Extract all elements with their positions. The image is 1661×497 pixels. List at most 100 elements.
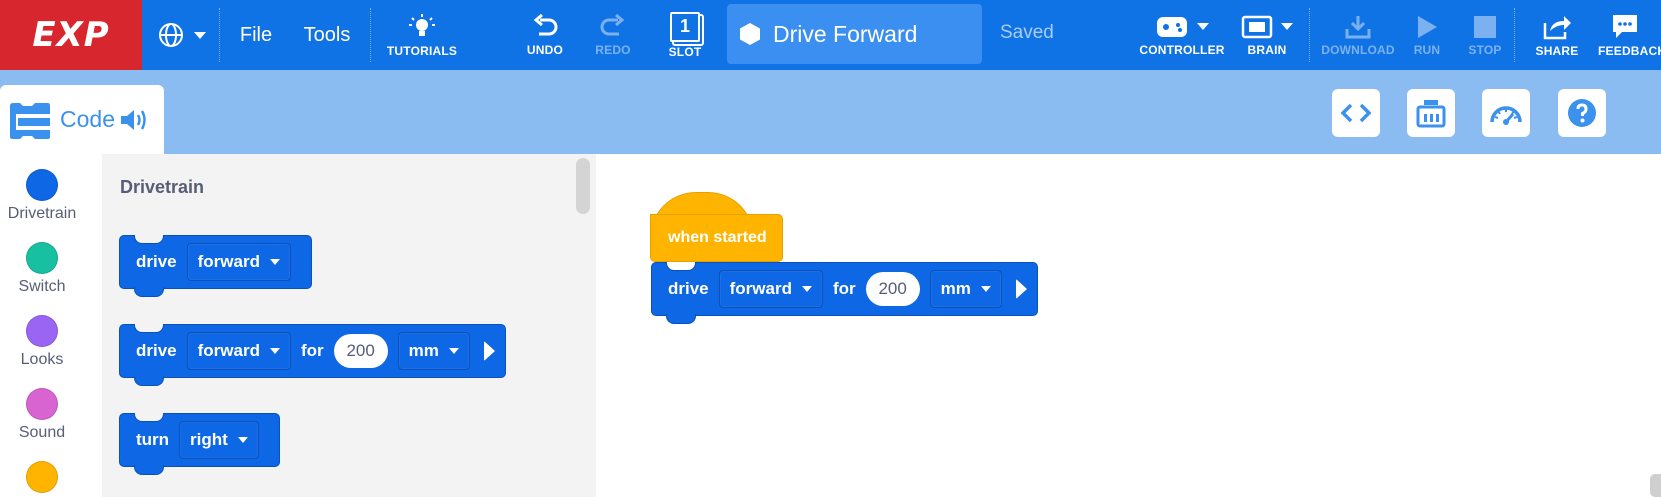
undo-label: UNDO (526, 42, 564, 57)
unit-dropdown[interactable]: mm (929, 270, 1002, 308)
chevron-down-icon (237, 437, 248, 443)
hat-body: when started (650, 214, 783, 262)
device-button[interactable] (1407, 89, 1455, 137)
download-button[interactable]: DOWNLOAD (1318, 0, 1398, 70)
tools-menu[interactable]: Tools (295, 0, 359, 70)
tutorials-button[interactable]: TUTORIALS (380, 0, 464, 70)
distance-input[interactable]: 200 (865, 272, 920, 306)
controller-icon (1157, 16, 1187, 37)
stop-button[interactable]: STOP (1462, 0, 1508, 70)
chevron-down-icon (448, 348, 459, 354)
dropdown-value: forward (197, 252, 260, 271)
brain-label: BRAIN (1247, 42, 1287, 57)
block-keyword: drive (136, 341, 177, 360)
chevron-down-icon (801, 286, 812, 292)
brain-menu[interactable]: BRAIN (1234, 0, 1300, 70)
slot-button[interactable]: 1 SLOT (660, 0, 710, 70)
category-sound[interactable]: Sound (0, 388, 84, 442)
unit-dropdown[interactable]: mm (397, 332, 470, 370)
project-name-field[interactable]: Drive Forward (727, 4, 982, 64)
block-keyword: for (300, 341, 324, 360)
turn-block[interactable]: turn right (119, 413, 280, 475)
category-switch[interactable]: Switch (0, 242, 84, 296)
stop-label: STOP (1468, 42, 1502, 57)
category-events[interactable] (0, 461, 84, 493)
workspace-scrollbar[interactable] (1650, 474, 1661, 497)
device-icon (1416, 100, 1446, 128)
run-button[interactable]: RUN (1404, 0, 1450, 70)
when-started-block[interactable]: when started (650, 192, 783, 262)
turn-direction-dropdown[interactable]: right (179, 421, 259, 459)
palette-title: Drivetrain (120, 177, 205, 197)
code-tab-label: Code (60, 106, 115, 132)
distance-input[interactable]: 200 (333, 334, 388, 368)
file-label: File (239, 23, 273, 46)
tutorials-label: TUTORIALS (386, 43, 458, 58)
language-menu[interactable] (152, 0, 212, 70)
category-label: Sound (18, 424, 66, 441)
run-icon (1418, 15, 1437, 38)
category-drivetrain[interactable]: Drivetrain (0, 169, 84, 223)
feedback-button[interactable]: FEEDBACK (1594, 0, 1661, 70)
category-label: Looks (20, 351, 64, 368)
hat-label: when started (668, 229, 767, 246)
globe-icon (159, 23, 183, 47)
code-view-button[interactable] (1332, 89, 1380, 137)
block-keyword: drive (668, 279, 709, 298)
help-icon (1568, 99, 1596, 127)
feedback-icon (1613, 14, 1637, 38)
dropdown-value: mm (940, 279, 971, 298)
chevron-down-icon (980, 286, 991, 292)
code-view-icon (1341, 103, 1371, 123)
palette-scrollbar[interactable] (576, 158, 590, 214)
undo-button[interactable]: UNDO (520, 0, 570, 70)
code-tab[interactable]: Code (0, 85, 164, 154)
category-looks[interactable]: Looks (0, 315, 84, 369)
direction-dropdown[interactable]: forward (718, 270, 823, 308)
stop-icon (1474, 15, 1496, 38)
category-dot (26, 315, 58, 347)
chevron-down-icon (269, 348, 280, 354)
speaker-icon[interactable] (119, 107, 149, 133)
top-toolbar: EXP File Tools TUTORIALS UNDO REDO 1 SLO… (0, 0, 1661, 70)
direction-dropdown[interactable]: forward (186, 243, 291, 281)
expand-arrow-icon[interactable] (483, 341, 495, 361)
direction-dropdown[interactable]: forward (186, 332, 291, 370)
brain-icon (1241, 15, 1273, 38)
drive-block[interactable]: drive forward (119, 235, 312, 297)
slot-icon: 1 (670, 11, 700, 42)
project-name: Drive Forward (773, 20, 918, 47)
help-button[interactable] (1558, 89, 1606, 137)
dashboard-button[interactable] (1482, 89, 1530, 137)
expand-arrow-icon[interactable] (1015, 279, 1027, 299)
category-dot (26, 242, 58, 274)
dropdown-value: forward (197, 341, 260, 360)
hexagon-icon (740, 23, 760, 45)
dropdown-value: forward (729, 279, 792, 298)
block-keyword: drive (136, 252, 177, 271)
redo-icon (600, 13, 625, 35)
chevron-down-icon (269, 259, 280, 265)
category-dot (26, 461, 58, 493)
download-label: DOWNLOAD (1321, 42, 1395, 57)
logo-text: EXP (32, 15, 110, 55)
block-palette: Drivetrain drive forward drive forward f… (102, 154, 596, 497)
undo-icon (533, 13, 558, 35)
drive-for-block[interactable]: drive forward for 200 mm (119, 324, 506, 386)
category-list: Drivetrain Switch Looks Sound (0, 154, 102, 497)
share-icon (1543, 15, 1571, 39)
chevron-down-icon (1281, 23, 1293, 30)
download-icon (1345, 15, 1371, 38)
share-label: SHARE (1535, 43, 1579, 58)
category-dot (26, 169, 58, 201)
block-keyword: for (832, 279, 856, 298)
tools-label: Tools (303, 23, 351, 46)
app-logo: EXP (0, 0, 142, 70)
file-menu[interactable]: File (228, 0, 284, 70)
controller-menu[interactable]: CONTROLLER (1136, 0, 1228, 70)
redo-button[interactable]: REDO (588, 0, 638, 70)
workspace-drive-for-block[interactable]: drive forward for 200 mm (651, 262, 1038, 324)
run-label: RUN (1413, 42, 1441, 57)
chevron-down-icon (1197, 23, 1209, 30)
share-button[interactable]: SHARE (1532, 0, 1582, 70)
